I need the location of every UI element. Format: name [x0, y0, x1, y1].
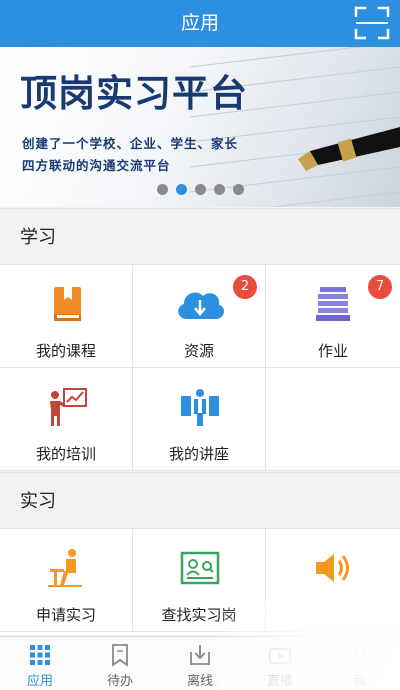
app-label: 作业 — [317, 342, 348, 360]
carousel-dot[interactable] — [194, 184, 206, 195]
carousel-dot[interactable] — [156, 184, 168, 195]
tab-label: 我 — [353, 674, 367, 689]
carousel-dot-active[interactable] — [175, 184, 187, 195]
app-label: 申请实习 — [35, 606, 96, 624]
top-bar: 应用 — [0, 0, 400, 47]
scan-icon[interactable] — [354, 6, 390, 40]
section-header-study: 学习 — [0, 208, 400, 265]
tab-apps[interactable]: 应用 — [0, 637, 80, 690]
tab-label: 直播 — [266, 674, 293, 689]
banner-subline-2: 四方联动的沟通交流平台 — [22, 158, 171, 173]
live-icon — [269, 648, 291, 664]
internship-grid: 申请实习 查找实习岗 — [0, 529, 400, 635]
app-apply-internship[interactable]: 申请实习 — [0, 529, 133, 632]
user-icon — [350, 645, 370, 666]
app-label: 我的讲座 — [168, 445, 229, 463]
speaker-icon — [316, 554, 349, 582]
banner-subline-1: 创建了一个学校、企业、学生、家长 — [22, 136, 239, 151]
carousel-dots[interactable] — [0, 184, 400, 195]
tab-offline[interactable]: 离线 — [160, 637, 240, 690]
tab-label: 应用 — [26, 674, 53, 689]
app-label: 我的培训 — [35, 445, 96, 463]
section-header-internship: 实习 — [0, 472, 400, 529]
app-label: 查找实习岗 — [161, 606, 237, 624]
training-icon — [50, 388, 87, 426]
download-box-icon — [190, 645, 210, 665]
app-announcements[interactable] — [266, 529, 400, 632]
study-grid: 我的课程 2 资源 7 作业 我的培训 我的讲座 — [0, 265, 400, 471]
promo-banner[interactable]: 顶岗实习平台 创建了一个学校、企业、学生、家长 四方联动的沟通交流平台 — [0, 47, 400, 207]
app-my-lectures[interactable]: 我的讲座 — [133, 368, 266, 471]
app-find-internship[interactable]: 查找实习岗 — [133, 529, 266, 632]
tab-me[interactable]: 我 — [320, 637, 400, 690]
app-my-courses[interactable]: 我的课程 — [0, 265, 133, 368]
tab-label: 离线 — [186, 674, 213, 689]
grid-icon — [30, 645, 50, 665]
app-my-training[interactable]: 我的培训 — [0, 368, 133, 471]
bottom-tab-bar: 应用 待办 离线 直播 我 — [0, 636, 400, 690]
app-homework[interactable]: 7 作业 — [266, 265, 400, 368]
bookmark-icon — [112, 644, 128, 667]
tab-todo[interactable]: 待办 — [80, 637, 160, 690]
app-label: 资源 — [183, 342, 214, 360]
carousel-dot[interactable] — [232, 184, 244, 195]
carousel-dot[interactable] — [213, 184, 225, 195]
page-title: 应用 — [180, 12, 219, 34]
app-resources[interactable]: 2 资源 — [133, 265, 266, 368]
cloud-download-icon — [178, 292, 225, 319]
stack-icon — [316, 287, 350, 321]
badge-count: 2 — [233, 275, 257, 299]
job-search-icon — [180, 551, 220, 585]
lecture-icon — [181, 389, 219, 426]
apply-desk-icon — [48, 549, 82, 587]
book-icon — [54, 287, 81, 321]
banner-headline: 顶岗实习平台 — [20, 71, 248, 115]
tab-live[interactable]: 直播 — [240, 637, 320, 690]
badge-count: 7 — [368, 275, 392, 299]
empty-cell — [266, 368, 400, 471]
app-label: 我的课程 — [35, 342, 96, 360]
tab-label: 待办 — [106, 674, 133, 689]
